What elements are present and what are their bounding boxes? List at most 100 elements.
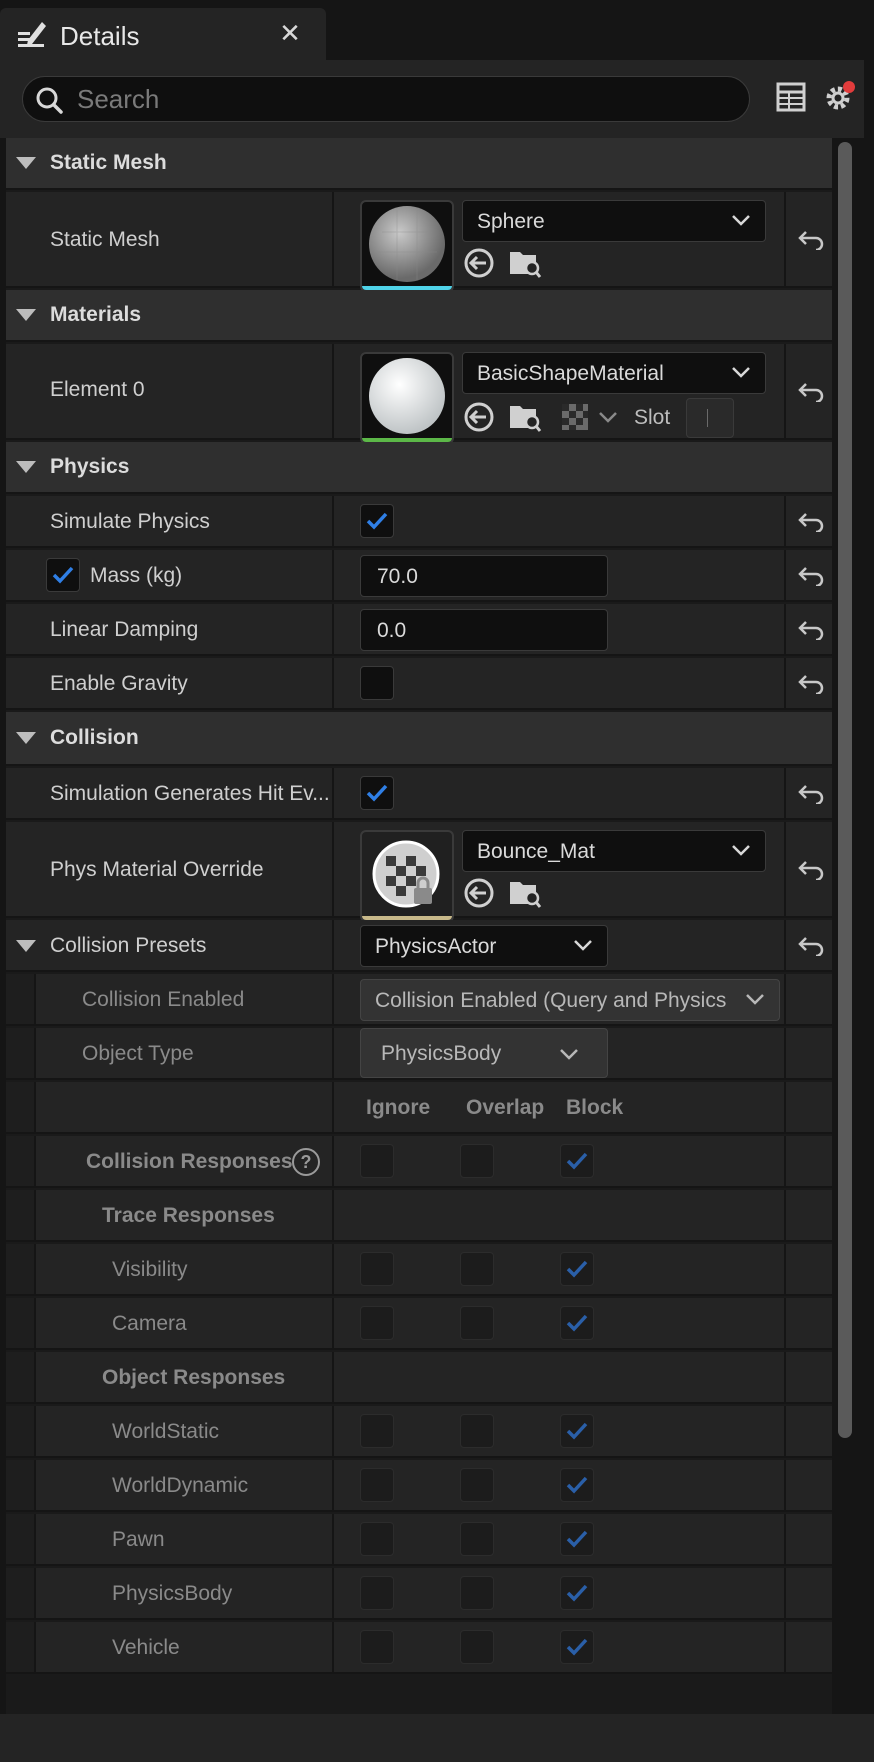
property-label: Trace Responses — [102, 1204, 275, 1227]
sim-hit-events-checkbox[interactable] — [360, 776, 394, 810]
reset-to-default-icon[interactable] — [798, 382, 824, 402]
response-row-visibility: Visibility — [6, 1244, 832, 1296]
reset-to-default-icon[interactable] — [798, 936, 824, 956]
category-static-mesh[interactable]: Static Mesh — [6, 138, 832, 190]
use-selected-asset-icon[interactable] — [462, 400, 496, 434]
expand-triangle-icon[interactable] — [16, 461, 36, 473]
material-sphere-icon — [369, 358, 445, 434]
property-label: WorldDynamic — [112, 1474, 249, 1497]
property-label: Vehicle — [112, 1636, 180, 1659]
response-row-worlddynamic: WorldDynamic — [6, 1460, 832, 1512]
category-physics[interactable]: Physics — [6, 442, 832, 494]
tab-details[interactable]: Details ✕ — [0, 8, 326, 60]
property-row-enable-gravity: Enable Gravity — [6, 658, 832, 710]
window-edge — [864, 0, 874, 1762]
check-icon — [566, 1314, 588, 1332]
property-label: WorldStatic — [112, 1420, 219, 1443]
collision-presets-combo[interactable]: PhysicsActor — [360, 925, 608, 967]
sphere-mesh-icon — [369, 206, 445, 282]
category-label: Physics — [50, 455, 130, 478]
slot-field[interactable] — [686, 398, 734, 438]
object-responses-row: Object Responses — [6, 1352, 832, 1404]
phys-material-thumbnail[interactable] — [360, 830, 454, 922]
pencil-details-icon — [18, 22, 46, 47]
ignore-checkbox — [360, 1414, 394, 1448]
material-combo[interactable]: BasicShapeMaterial — [462, 352, 766, 394]
check-icon — [366, 512, 388, 530]
category-label: Materials — [50, 303, 142, 326]
slot-label: Slot — [634, 406, 671, 429]
use-selected-asset-icon[interactable] — [462, 246, 496, 280]
checker-texture-icon[interactable] — [560, 402, 590, 432]
check-icon — [566, 1476, 588, 1494]
search-box[interactable] — [22, 76, 750, 122]
chevron-down-icon — [732, 845, 750, 856]
property-label: Camera — [112, 1312, 187, 1335]
combo-value: Bounce_Mat — [477, 840, 595, 863]
material-thumbnail[interactable] — [360, 352, 454, 444]
overlap-checkbox — [460, 1414, 494, 1448]
property-label: Visibility — [112, 1258, 188, 1281]
browse-asset-icon[interactable] — [508, 876, 542, 910]
property-matrix-icon[interactable] — [776, 82, 806, 112]
reset-to-default-icon[interactable] — [798, 512, 824, 532]
combo-value: BasicShapeMaterial — [477, 362, 664, 385]
category-collision[interactable]: Collision — [6, 712, 832, 766]
trace-responses-row: Trace Responses — [6, 1190, 832, 1242]
reset-to-default-icon[interactable] — [798, 230, 824, 250]
property-row-phys-material-override: Phys Material Override Bounce_Mat — [6, 822, 832, 922]
property-row-static-mesh: Static Mesh Sphere — [6, 192, 832, 292]
expand-triangle-icon[interactable] — [16, 309, 36, 321]
reset-to-default-icon[interactable] — [798, 860, 824, 880]
reset-to-default-icon[interactable] — [798, 620, 824, 640]
expand-triangle-icon[interactable] — [16, 732, 36, 744]
collision-responses-row: Collision Responses ? — [6, 1136, 832, 1188]
response-row-worldstatic: WorldStatic — [6, 1406, 832, 1458]
close-icon[interactable]: ✕ — [278, 18, 302, 49]
property-label: Static Mesh — [50, 228, 160, 251]
scrollbar-thumb[interactable] — [838, 142, 852, 1438]
block-checkbox — [560, 1252, 594, 1286]
object-type-combo: PhysicsBody — [360, 1028, 608, 1078]
enable-gravity-checkbox[interactable] — [360, 666, 394, 700]
ignore-checkbox — [360, 1468, 394, 1502]
reset-to-default-icon[interactable] — [798, 674, 824, 694]
block-checkbox — [560, 1414, 594, 1448]
details-toolbar — [0, 60, 874, 138]
simulate-physics-checkbox[interactable] — [360, 504, 394, 538]
gear-icon[interactable] — [822, 80, 856, 114]
category-materials[interactable]: Materials — [6, 290, 832, 342]
browse-asset-icon[interactable] — [508, 400, 542, 434]
help-icon[interactable]: ? — [292, 1148, 320, 1176]
overlap-checkbox — [460, 1468, 494, 1502]
expand-triangle-icon[interactable] — [16, 940, 36, 952]
check-icon — [566, 1422, 588, 1440]
static-mesh-thumbnail[interactable] — [360, 200, 454, 292]
mass-input[interactable]: 70.0 — [360, 555, 608, 597]
browse-asset-icon[interactable] — [508, 246, 542, 280]
search-input[interactable] — [75, 81, 735, 117]
property-row-mass: Mass (kg) 70.0 — [6, 550, 832, 602]
static-mesh-combo[interactable]: Sphere — [462, 200, 766, 242]
notification-dot — [843, 81, 855, 93]
reset-to-default-icon[interactable] — [798, 784, 824, 804]
overlap-checkbox — [460, 1576, 494, 1610]
chevron-down-icon[interactable] — [598, 410, 618, 424]
chevron-down-icon — [746, 994, 764, 1005]
overlap-checkbox — [460, 1306, 494, 1340]
check-icon — [566, 1584, 588, 1602]
property-row-collision-presets: Collision Presets PhysicsActor — [6, 920, 832, 972]
linear-damping-input[interactable]: 0.0 — [360, 609, 608, 651]
property-label: Pawn — [112, 1528, 165, 1551]
phys-material-combo[interactable]: Bounce_Mat — [462, 830, 766, 872]
reset-to-default-icon[interactable] — [798, 566, 824, 586]
use-selected-asset-icon[interactable] — [462, 876, 496, 910]
input-value: 70.0 — [377, 565, 418, 588]
mass-override-checkbox[interactable] — [46, 558, 80, 592]
chevron-down-icon — [732, 367, 750, 378]
property-label: Simulate Physics — [50, 510, 210, 533]
expand-triangle-icon[interactable] — [16, 157, 36, 169]
input-value: 0.0 — [377, 619, 407, 642]
check-icon — [566, 1638, 588, 1656]
response-row-pawn: Pawn — [6, 1514, 832, 1566]
